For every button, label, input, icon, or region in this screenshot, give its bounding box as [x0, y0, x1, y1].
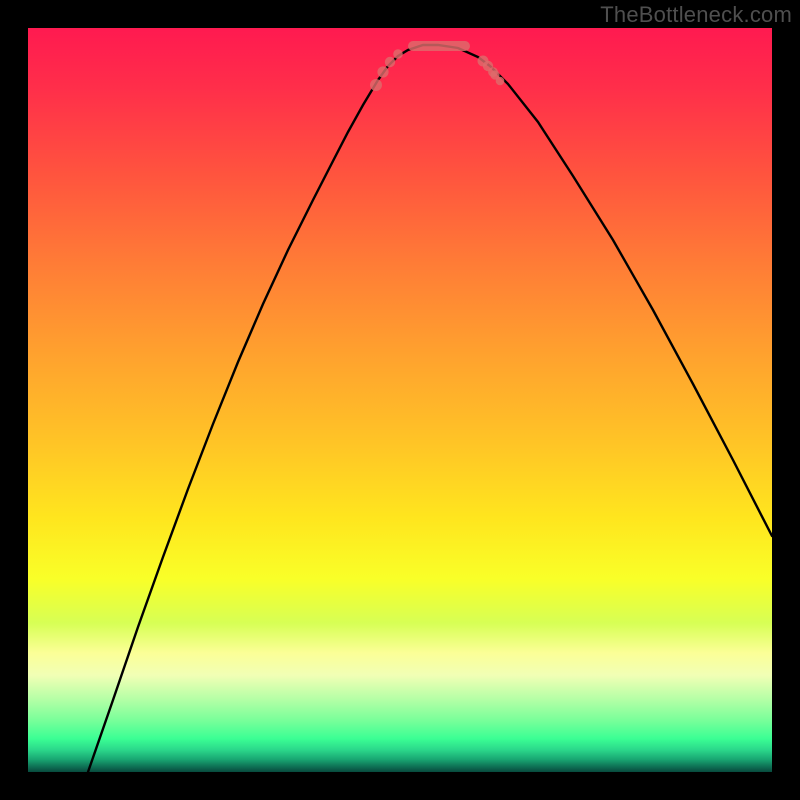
curve-marker-dot [496, 77, 505, 86]
bottleneck-curve [88, 45, 772, 772]
curve-flat-marker [408, 41, 470, 51]
outer-frame: TheBottleneck.com [0, 0, 800, 800]
curve-marker-dot [370, 79, 382, 91]
curve-markers [370, 41, 504, 91]
curve-svg [28, 28, 772, 772]
watermark-text: TheBottleneck.com [600, 2, 792, 28]
curve-marker-dot [393, 49, 403, 59]
curve-marker-dot [385, 57, 395, 67]
curve-marker-dot [377, 66, 388, 77]
plot-area [28, 28, 772, 772]
